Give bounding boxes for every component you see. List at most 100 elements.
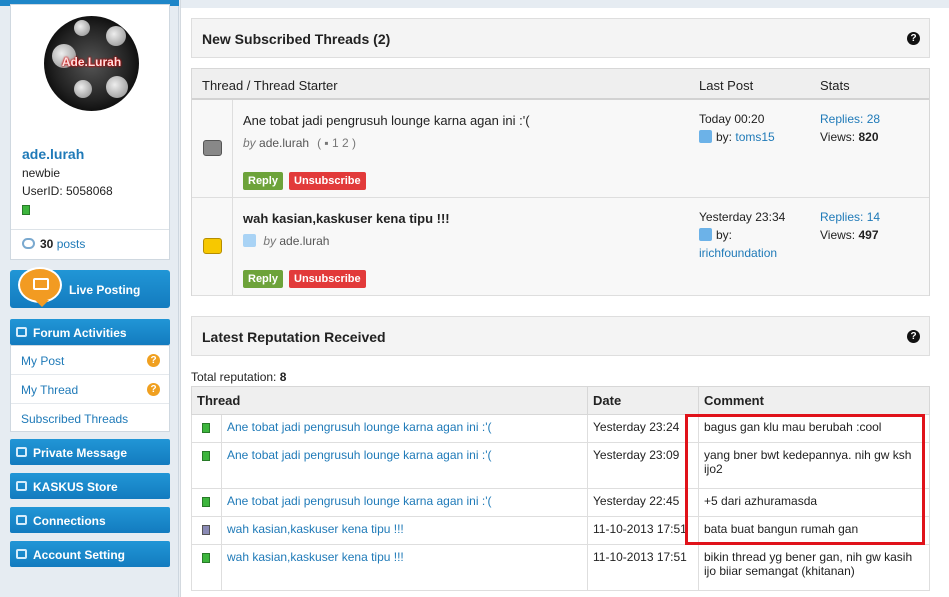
help-icon[interactable]: ? [907, 330, 920, 343]
last-post-by: by: toms15 [699, 130, 775, 144]
rep-status-cell [191, 544, 222, 591]
col-stats: Stats [820, 78, 850, 93]
table-row: wah kasian,kaskuser kena tipu !!! 11-10-… [191, 544, 930, 591]
rep-status-cell [191, 442, 222, 489]
rep-thread-link[interactable]: Ane tobat jadi pengrusuh lounge karna ag… [221, 442, 588, 489]
table-row: wah kasian,kaskuser kena tipu !!! 11-10-… [191, 516, 930, 545]
thread-closed-icon [203, 140, 222, 156]
col-thread: Thread [191, 386, 588, 415]
pages-label: 1 2 ) [332, 136, 357, 150]
by-label: by: [716, 228, 733, 242]
col-date: Date [587, 386, 699, 415]
private-message-button[interactable]: Private Message [10, 439, 170, 465]
pages-open: ( [317, 136, 322, 150]
profile-card: Ade.Lurah ade.lurah newbie UserID: 50580… [10, 4, 170, 260]
by-label: by: [716, 130, 733, 144]
menu-item-my-post[interactable]: My Post? [11, 346, 169, 375]
kaskus-store-label: KASKUS Store [33, 480, 118, 494]
live-posting-button[interactable]: Live Posting [10, 267, 170, 308]
avatar[interactable]: Ade.Lurah [44, 16, 139, 111]
thread-title-link[interactable]: Ane tobat jadi pengrusuh lounge karna ag… [243, 113, 530, 128]
account-setting-button[interactable]: Account Setting [10, 541, 170, 567]
views-count: 497 [858, 228, 879, 242]
forum-activities-label: Forum Activities [33, 326, 127, 340]
rep-comment: +5 dari azhuramasda [698, 488, 930, 517]
connections-button[interactable]: Connections [10, 507, 170, 533]
main-content: New Subscribed Threads (2) ? Thread / Th… [180, 0, 949, 597]
thread-starter: by ade.lurah ( ▪ 1 2 ) [243, 136, 356, 150]
live-posting-icon [18, 267, 62, 307]
main-top-strip [181, 0, 949, 8]
replies-link[interactable]: Replies: 14 [820, 210, 880, 224]
rep-thread-link[interactable]: Ane tobat jadi pengrusuh lounge karna ag… [221, 488, 588, 517]
rep-status-cell [191, 414, 222, 443]
menu-item-my-thread[interactable]: My Thread? [11, 375, 169, 404]
username[interactable]: ade.lurah [22, 146, 84, 162]
page-icon: ▪ [324, 136, 329, 150]
last-post-time: Today 00:20 [699, 112, 765, 126]
rep-thread-link[interactable]: wah kasian,kaskuser kena tipu !!! [221, 516, 588, 545]
posts-link[interactable]: 30 posts [22, 237, 85, 251]
table-row: Ane tobat jadi pengrusuh lounge karna ag… [191, 442, 930, 489]
positive-rep-icon [202, 451, 210, 461]
divider [11, 229, 169, 230]
forum-activities-menu: My Post? My Thread? Subscribed Threads [10, 345, 170, 432]
table-row: Ane tobat jadi pengrusuh lounge karna ag… [191, 414, 930, 443]
table-row: wah kasian,kaskuser kena tipu !!! by ade… [192, 198, 929, 296]
sidebar: Ade.Lurah ade.lurah newbie UserID: 50580… [0, 0, 179, 597]
menu-item-subscribed-threads[interactable]: Subscribed Threads [11, 404, 169, 433]
rep-comment: yang bner bwt kedepannya. nih gw ksh ijo… [698, 442, 930, 489]
rep-date: Yesterday 23:24 [587, 414, 699, 443]
rep-date: Yesterday 23:09 [587, 442, 699, 489]
go-to-post-icon[interactable] [699, 228, 712, 241]
rep-thread-link[interactable]: wah kasian,kaskuser kena tipu !!! [221, 544, 588, 591]
rep-comment: bikin thread yg bener gan, nih gw kasih … [698, 544, 930, 591]
reputation-title: Latest Reputation Received [202, 329, 386, 345]
unsubscribe-button[interactable]: Unsubscribe [289, 270, 366, 288]
subscribed-threads-title: New Subscribed Threads (2) [202, 31, 391, 47]
table-row: Ane tobat jadi pengrusuh lounge karna ag… [192, 100, 929, 198]
views-label: Views: [820, 130, 856, 144]
unsubscribe-button[interactable]: Unsubscribe [289, 172, 366, 190]
go-to-post-icon[interactable] [699, 130, 712, 143]
thread-status-cell [192, 198, 233, 295]
col-last-post: Last Post [699, 78, 754, 93]
thread-title-link[interactable]: wah kasian,kaskuser kena tipu !!! [243, 211, 450, 226]
help-icon[interactable]: ? [147, 354, 160, 367]
posts-count: 30 [40, 237, 54, 251]
chevron-down-icon[interactable] [243, 234, 256, 247]
page-links[interactable]: ( ▪ 1 2 ) [317, 136, 356, 150]
starter-link[interactable]: ade.lurah [259, 136, 309, 150]
neutral-rep-icon [202, 525, 210, 535]
subscribed-threads-header: New Subscribed Threads (2) ? [191, 18, 930, 58]
help-icon[interactable]: ? [907, 32, 920, 45]
views: Views: 497 [820, 228, 879, 242]
people-icon [16, 515, 27, 525]
reputation-table: Thread Date Comment Ane tobat jadi pengr… [191, 386, 930, 591]
reputation-header: Latest Reputation Received ? [191, 316, 930, 356]
help-icon[interactable]: ? [147, 383, 160, 396]
rep-thread-link[interactable]: Ane tobat jadi pengrusuh lounge karna ag… [221, 414, 588, 443]
starter-link[interactable]: ade.lurah [279, 234, 329, 248]
rep-date: 11-10-2013 17:51 [587, 544, 699, 591]
reply-button[interactable]: Reply [243, 172, 283, 190]
views-label: Views: [820, 228, 856, 242]
last-poster-link[interactable]: irichfoundation [699, 246, 777, 260]
by-label: by [243, 136, 256, 150]
last-poster-link[interactable]: toms15 [735, 130, 774, 144]
table-row: Ane tobat jadi pengrusuh lounge karna ag… [191, 488, 930, 517]
rep-status-cell [191, 516, 222, 545]
reply-button[interactable]: Reply [243, 270, 283, 288]
replies-link[interactable]: Replies: 28 [820, 112, 880, 126]
wrench-icon [16, 549, 27, 559]
total-reputation-value: 8 [279, 370, 287, 384]
positive-rep-icon [202, 423, 210, 433]
forum-activities-button[interactable]: Forum Activities [10, 319, 170, 345]
forum-activities-icon [16, 327, 27, 337]
thread-new-icon [203, 238, 222, 254]
kaskus-store-button[interactable]: KASKUS Store [10, 473, 170, 499]
cart-icon [16, 481, 27, 491]
subscribed-threads-table: Thread / Thread Starter Last Post Stats … [191, 68, 930, 296]
connections-label: Connections [33, 514, 106, 528]
table-header: Thread / Thread Starter Last Post Stats [192, 69, 929, 100]
